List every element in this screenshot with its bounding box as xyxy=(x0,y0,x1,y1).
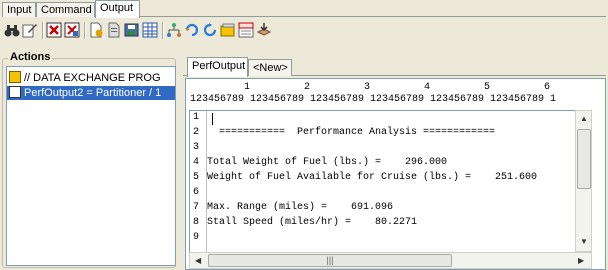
delete-all-icon[interactable] xyxy=(64,22,80,38)
tab-input[interactable]: Input xyxy=(2,2,36,17)
export-icon[interactable] xyxy=(256,22,272,38)
output-text-area[interactable]: 1 2 =========== Performance Analysis ===… xyxy=(189,110,577,254)
scroll-right-icon[interactable]: ▶ xyxy=(578,256,584,266)
actions-title: Actions xyxy=(8,51,53,63)
text-line: 1 xyxy=(193,112,200,123)
output-toolbar xyxy=(2,20,606,42)
main-tabbar: Input Command Output xyxy=(2,0,606,18)
vertical-scrollbar[interactable]: ▲ ▼ xyxy=(575,110,592,252)
scroll-up-icon[interactable]: ▲ xyxy=(580,114,588,124)
horizontal-scroll-thumb[interactable]: ||| xyxy=(208,254,452,267)
action-item[interactable]: // DATA EXCHANGE PROG xyxy=(9,71,161,85)
text-caret xyxy=(212,113,213,125)
document-icon xyxy=(9,86,21,98)
refresh-icon[interactable] xyxy=(184,22,200,38)
horizontal-scrollbar[interactable]: ◀ ||| ▶ xyxy=(189,252,592,269)
scroll-down-icon[interactable]: ▼ xyxy=(580,237,588,247)
tab-output[interactable]: Output xyxy=(95,0,140,18)
action-item-label: // DATA EXCHANGE PROG xyxy=(24,72,161,84)
table-icon[interactable] xyxy=(142,22,158,38)
text-line: 4 Total Weight of Fuel (lbs.) = 296.000 xyxy=(193,157,448,168)
note-icon[interactable] xyxy=(220,22,236,38)
binoculars-icon[interactable] xyxy=(4,22,20,38)
tree-icon[interactable] xyxy=(166,22,182,38)
jeeva-icon[interactable] xyxy=(238,22,254,38)
action-item-selected[interactable]: PerfOutput2 = Partitioner / 1 xyxy=(7,86,175,100)
note-icon xyxy=(9,71,21,83)
reload-icon[interactable] xyxy=(202,22,218,38)
new-doc-icon[interactable] xyxy=(88,22,104,38)
text-line: 8 Stall Speed (miles/hr) = 80.2271 xyxy=(193,217,418,228)
tab-new[interactable]: <New> xyxy=(248,59,292,76)
scroll-left-icon[interactable]: ◀ xyxy=(195,256,201,266)
output-editor: 1 2 3 4 5 6 123456789 123456789 123456789… xyxy=(185,78,606,270)
actions-tree[interactable]: // DATA EXCHANGE PROG PerfOutput2 = Part… xyxy=(6,66,176,266)
save-doc-icon[interactable] xyxy=(124,22,140,38)
text-line: 7 Max. Range (miles) = 691.096 xyxy=(193,202,394,213)
action-item-label: PerfOutput2 = Partitioner / 1 xyxy=(24,87,162,99)
text-line: 5 Weight of Fuel Available for Cruise (lb… xyxy=(193,172,538,183)
ruler-numbers: 1 2 3 4 5 6 xyxy=(190,82,551,93)
tab-perfoutput[interactable]: PerfOutput xyxy=(187,57,248,77)
tab-command[interactable]: Command xyxy=(36,2,95,17)
doc-icon[interactable] xyxy=(106,22,122,38)
column-ruler: 1 2 3 4 5 6 123456789 123456789 123456789… xyxy=(190,82,556,106)
text-line: 3 xyxy=(193,142,200,153)
text-line: 2 =========== Performance Analysis =====… xyxy=(193,127,496,138)
edit-icon[interactable] xyxy=(22,22,38,38)
output-tabbar: PerfOutput <New> xyxy=(183,56,606,77)
text-line: 9 xyxy=(193,232,200,243)
splitter[interactable] xyxy=(176,56,182,270)
delete-red-icon[interactable] xyxy=(46,22,62,38)
text-line: 6 xyxy=(193,187,200,198)
vertical-scroll-thumb[interactable] xyxy=(577,129,591,189)
ruler-digits: 123456789 123456789 123456789 123456789 … xyxy=(190,94,557,105)
